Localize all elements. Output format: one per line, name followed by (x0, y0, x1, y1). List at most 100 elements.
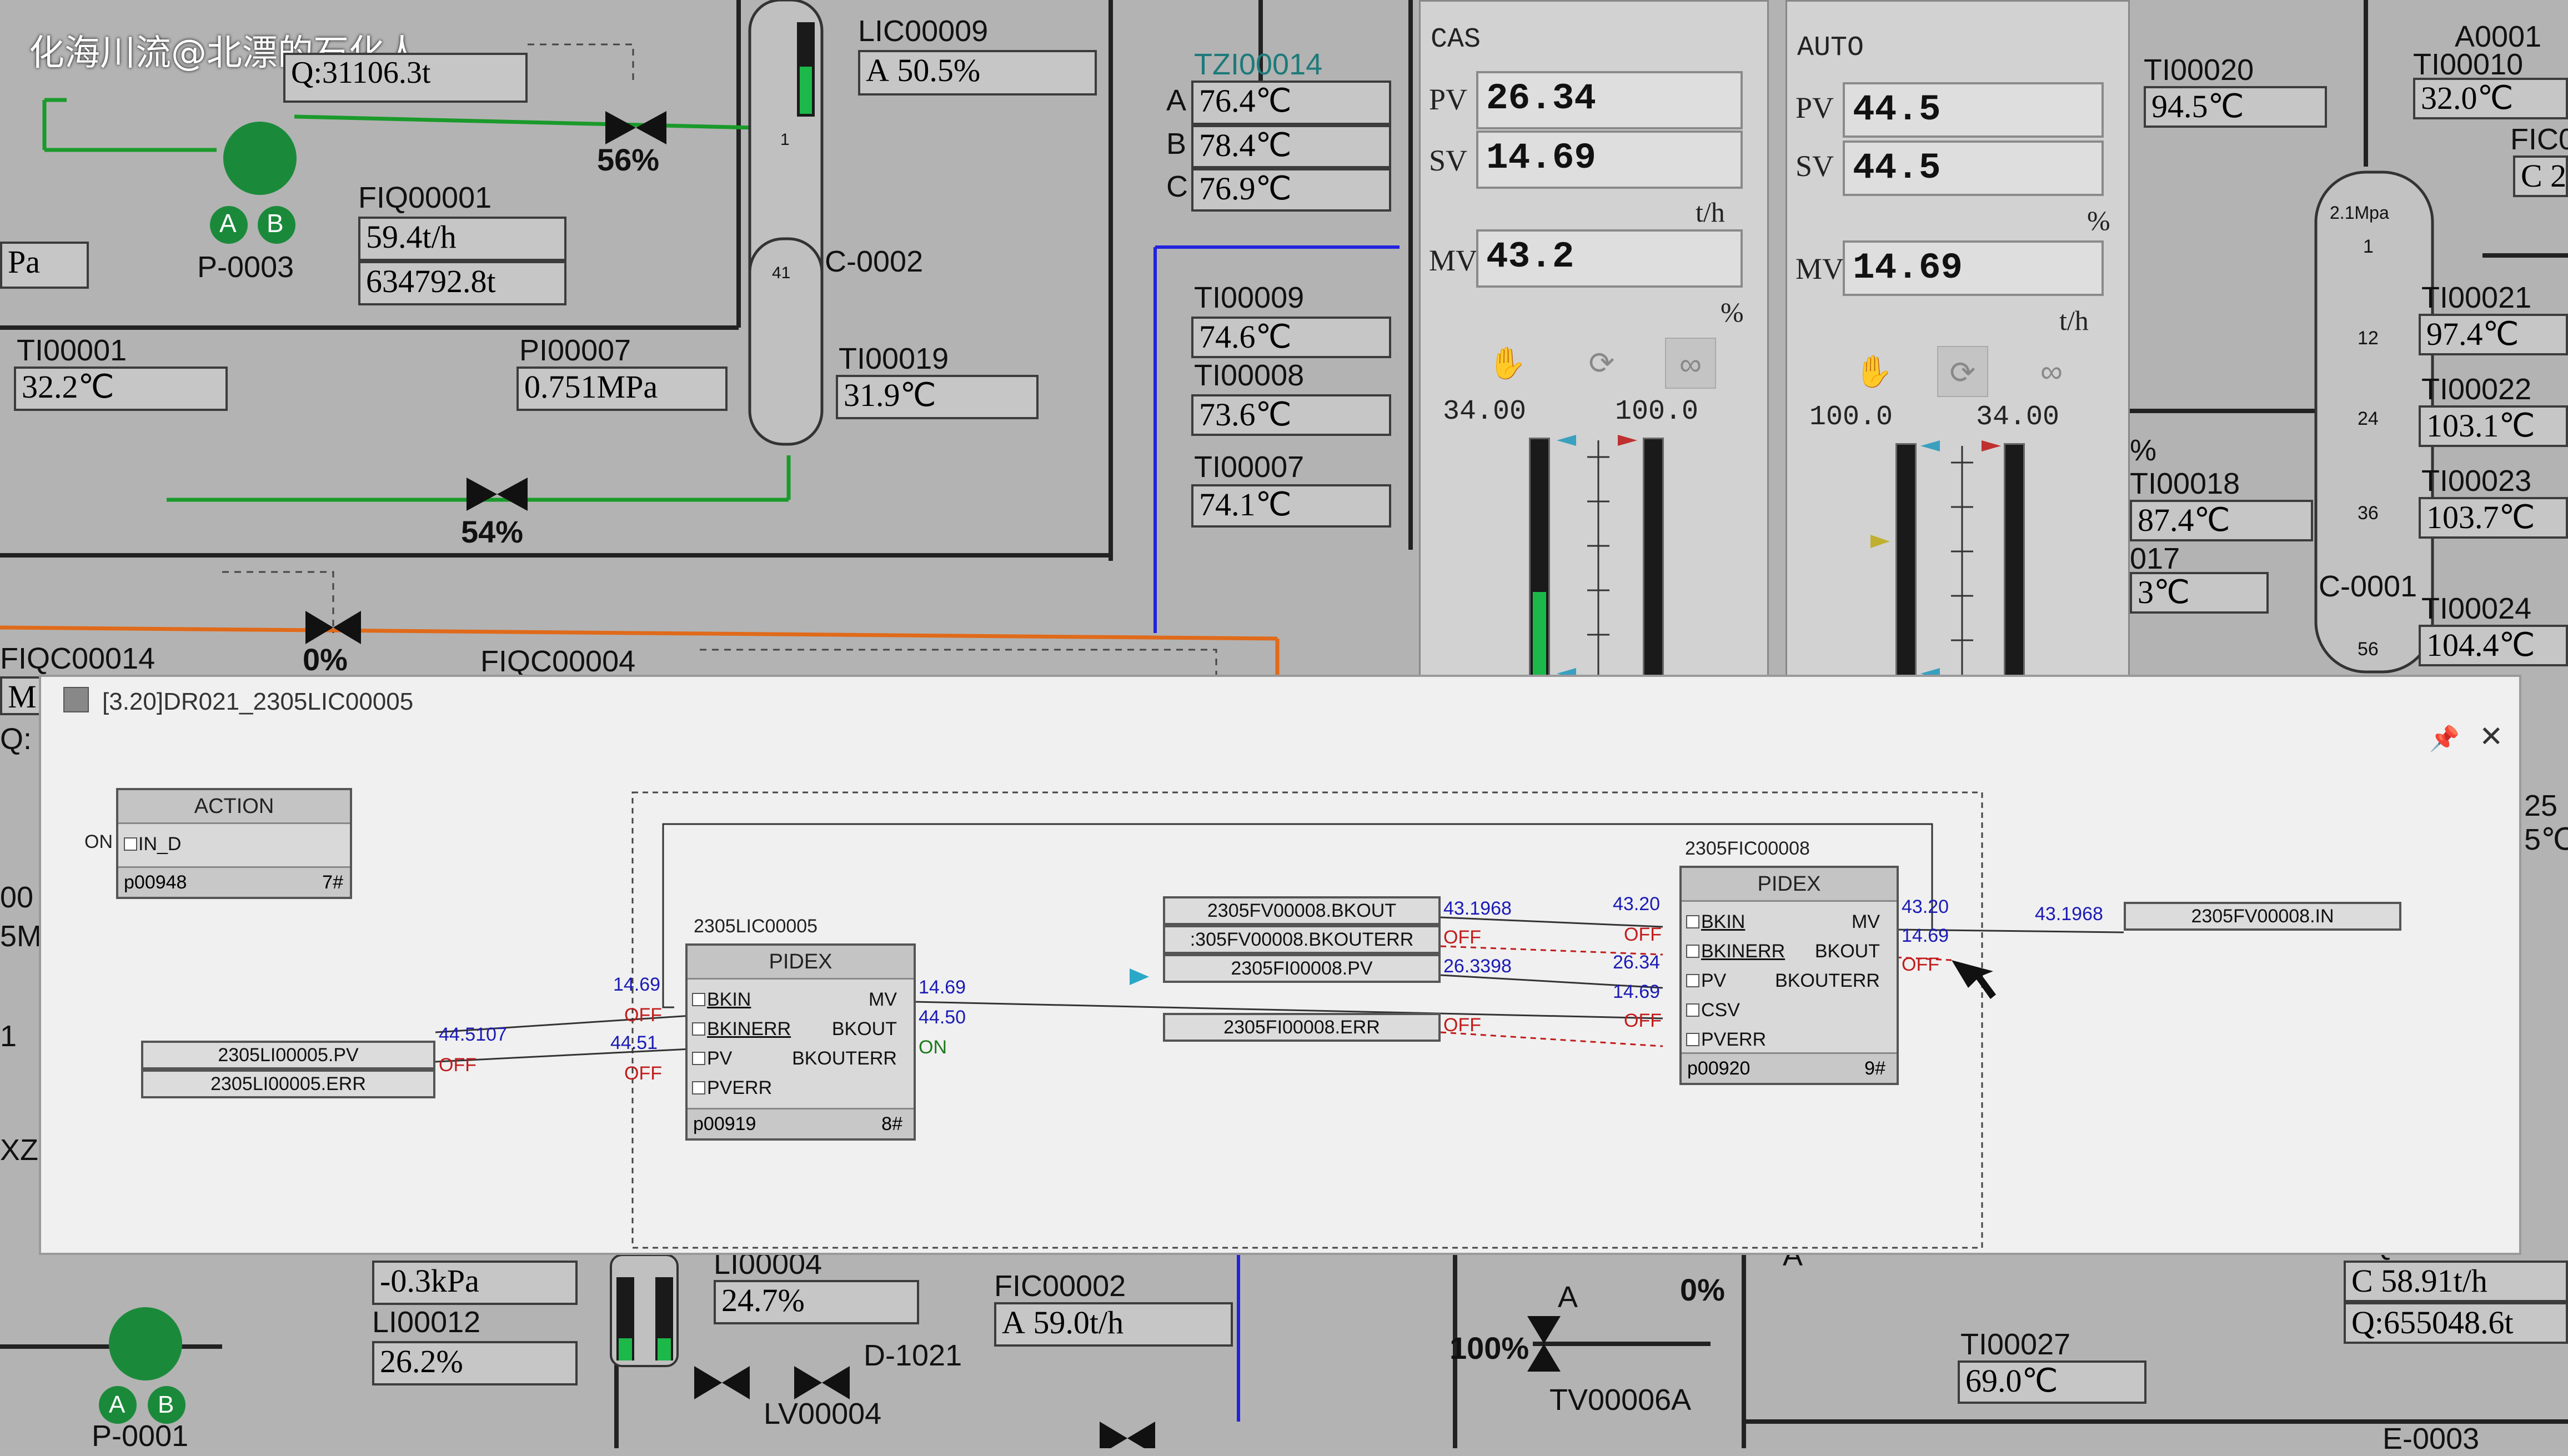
faceplate-cas-mv[interactable]: 43.2 (1476, 229, 1743, 288)
function-block-dialog[interactable]: [3.20]DR021_2305LIC00005 📌 ✕ ACTION IN_D… (39, 675, 2521, 1255)
ti00024-tag[interactable]: TI00024 (2421, 591, 2531, 626)
left-partial-5m: 5M (0, 920, 42, 953)
fic-bkin: BKIN (1701, 911, 1746, 932)
hand-icon[interactable]: ✋ (1848, 346, 1899, 397)
faceplate-auto-range-left: 100.0 (1809, 401, 1893, 433)
c0001-tray-12: 12 (2358, 328, 2379, 349)
fic-in-pv-value: 26.34 (1613, 952, 1661, 973)
ti00010-tag[interactable]: TI00010 (2413, 47, 2523, 82)
ti00027-tag[interactable]: TI00027 (1960, 1327, 2070, 1362)
refresh-icon[interactable]: ⟳ (1576, 338, 1627, 389)
action-block[interactable]: ACTION IN_D p00948 7# (116, 788, 352, 899)
fic-bkinerr-port (1686, 945, 1699, 958)
lic-bkout: BKOUT (831, 1018, 897, 1040)
ti00001-tag[interactable]: TI00001 (17, 333, 127, 368)
faceplate-auto-unit-mv: t/h (2059, 305, 2089, 336)
tzi00014-a-value: 76.4℃ (1191, 81, 1391, 125)
fic-block-header: PIDEX (1682, 868, 1897, 902)
c0002-tray-1: 1 (780, 130, 790, 149)
fic-bkinerr: BKINERR (1701, 941, 1785, 962)
ti00020-tag[interactable]: TI00020 (2144, 53, 2254, 87)
output-fv00008-in[interactable]: 2305FV00008.IN (2124, 902, 2401, 931)
signal-fv-bkouterr-value: OFF (1443, 927, 1481, 948)
lic00009-value: 50.5% (897, 52, 981, 88)
faceplate-auto-range-right: 34.00 (1976, 401, 2060, 433)
ti00001-value: 32.2℃ (14, 366, 228, 411)
faceplate-cas-sv[interactable]: 14.69 (1476, 130, 1743, 189)
faceplate-auto-unit-top: % (2087, 205, 2110, 236)
c0001-tray-1: 1 (2363, 236, 2374, 257)
partial-tag-017[interactable]: 017 (2130, 541, 2180, 576)
tzi00014-tag[interactable]: TZI00014 (1194, 47, 1322, 82)
fiq00001-tag[interactable]: FIQ00001 (358, 180, 491, 215)
faceplate-auto-pv: 44.5 (1843, 82, 2104, 138)
faceplate-cas-pv-label: PV (1429, 83, 1468, 116)
lic-bkinerr: BKINERR (707, 1018, 791, 1040)
input-li00005-pv[interactable]: 2305LI00005.PV (141, 1041, 435, 1070)
signal-fi-err-value: OFF (1443, 1015, 1481, 1036)
link-icon[interactable]: ∞ (1665, 338, 1716, 389)
ti00007-tag[interactable]: TI00007 (1194, 450, 1304, 484)
input-fi00008-err[interactable]: 2305FI00008.ERR (1163, 1013, 1441, 1042)
faceplate-auto-sv[interactable]: 44.5 (1843, 140, 2104, 196)
partial-5c: 5℃ (2524, 823, 2568, 856)
valve-left-output: 0% (303, 642, 348, 677)
fic-bkouterr: BKOUTERR (1775, 970, 1880, 991)
input-fv00008-bkout[interactable]: 2305FV00008.BKOUT (1163, 896, 1441, 925)
fic-out-mv-value: 43.20 (1902, 896, 1949, 917)
input-fv00008-bkouterr[interactable]: :305FV00008.BKOUTERR (1163, 925, 1441, 954)
faceplate-cas-unit-mv: % (1721, 297, 1744, 328)
lic-pverr-port (692, 1081, 705, 1094)
fic-partial-tag[interactable]: FIC0 (2510, 122, 2568, 157)
faceplate-auto-mode[interactable]: AUTO (1797, 32, 1864, 64)
lic00009-mode: A (866, 52, 889, 88)
ti00027-value: 69.0℃ (1958, 1360, 2146, 1404)
lic-block-footer: p00919 8# (688, 1108, 914, 1138)
faceplate-auto-mv-bar (2004, 443, 2025, 704)
ti00009-tag[interactable]: TI00009 (1194, 280, 1304, 315)
faceplate-cas-mode[interactable]: CAS (1431, 24, 1481, 56)
ti00018-tag[interactable]: TI00018 (2130, 466, 2240, 501)
fic00002-value-box[interactable]: A 59.0t/h (994, 1302, 1233, 1347)
pump-p0003-b: B (267, 209, 284, 238)
ti00010-value: 32.0℃ (2413, 78, 2568, 119)
ti00023-tag[interactable]: TI00023 (2421, 464, 2531, 498)
pi00007-tag[interactable]: PI00007 (519, 333, 631, 368)
partial-pct: % (2130, 434, 2157, 467)
ti00008-tag[interactable]: TI00008 (1194, 358, 1304, 393)
link-icon[interactable]: ∞ (2026, 346, 2077, 397)
lic00009-value-box[interactable]: A 50.5% (858, 50, 1097, 96)
fic-pverr-port (1686, 1033, 1699, 1046)
ti00021-tag[interactable]: TI00021 (2421, 280, 2531, 315)
lic-bkouterr: BKOUTERR (792, 1048, 897, 1069)
fiqc00014-tag[interactable]: FIQC00014 (0, 641, 155, 676)
fic00002-tag[interactable]: FIC00002 (994, 1269, 1126, 1303)
tzi00014-c-value: 76.9℃ (1191, 168, 1391, 212)
ti00007-value: 74.1℃ (1191, 484, 1391, 528)
output-fv-in-value: 43.1968 (2035, 903, 2103, 925)
d1021-label: D-1021 (864, 1339, 962, 1372)
ti00019-tag[interactable]: TI00019 (839, 342, 949, 376)
input-li00005-err[interactable]: 2305LI00005.ERR (141, 1070, 435, 1098)
faceplate-cas-scale (1557, 435, 1637, 696)
faceplate-auto-pv-bar (1895, 443, 1917, 704)
li00012-tag[interactable]: LI00012 (372, 1305, 480, 1339)
left-partial-1: 1 (0, 1020, 17, 1053)
fiqc00004-tag[interactable]: FIQC00004 (480, 644, 635, 679)
lic-in-bkinerr-value: OFF (624, 1005, 662, 1026)
lic-pidex-block[interactable]: PIDEX BKIN MV BKINERR BKOUT PV BKOUTERR … (685, 943, 916, 1141)
fic-pidex-block[interactable]: PIDEX BKIN MV BKINERR BKOUT PV BKOUTERR … (1679, 866, 1899, 1085)
ti00022-tag[interactable]: TI00022 (2421, 372, 2531, 406)
left-partial-00: 00 (0, 881, 34, 914)
faceplate-cas-unit-top: t/h (1696, 197, 1725, 228)
ti00021-value: 97.4℃ (2419, 314, 2568, 355)
faceplate-auto-mv[interactable]: 14.69 (1843, 240, 2104, 296)
input-fi00008-pv[interactable]: 2305FI00008.PV (1163, 954, 1441, 983)
faceplate-cas[interactable]: CAS PV 26.34 SV 14.69 t/h MV 43.2 % ✋ ⟳ … (1419, 0, 1769, 705)
faceplate-auto-scale (1920, 440, 2001, 696)
faceplate-auto[interactable]: AUTO PV 44.5 SV 44.5 % MV 14.69 t/h ✋ ⟳ … (1785, 0, 2130, 705)
refresh-icon[interactable]: ⟳ (1937, 346, 1988, 397)
fiq00001-rate: 59.4t/h (358, 217, 566, 261)
hand-icon[interactable]: ✋ (1482, 338, 1533, 389)
lic00009-tag[interactable]: LIC00009 (858, 14, 988, 48)
